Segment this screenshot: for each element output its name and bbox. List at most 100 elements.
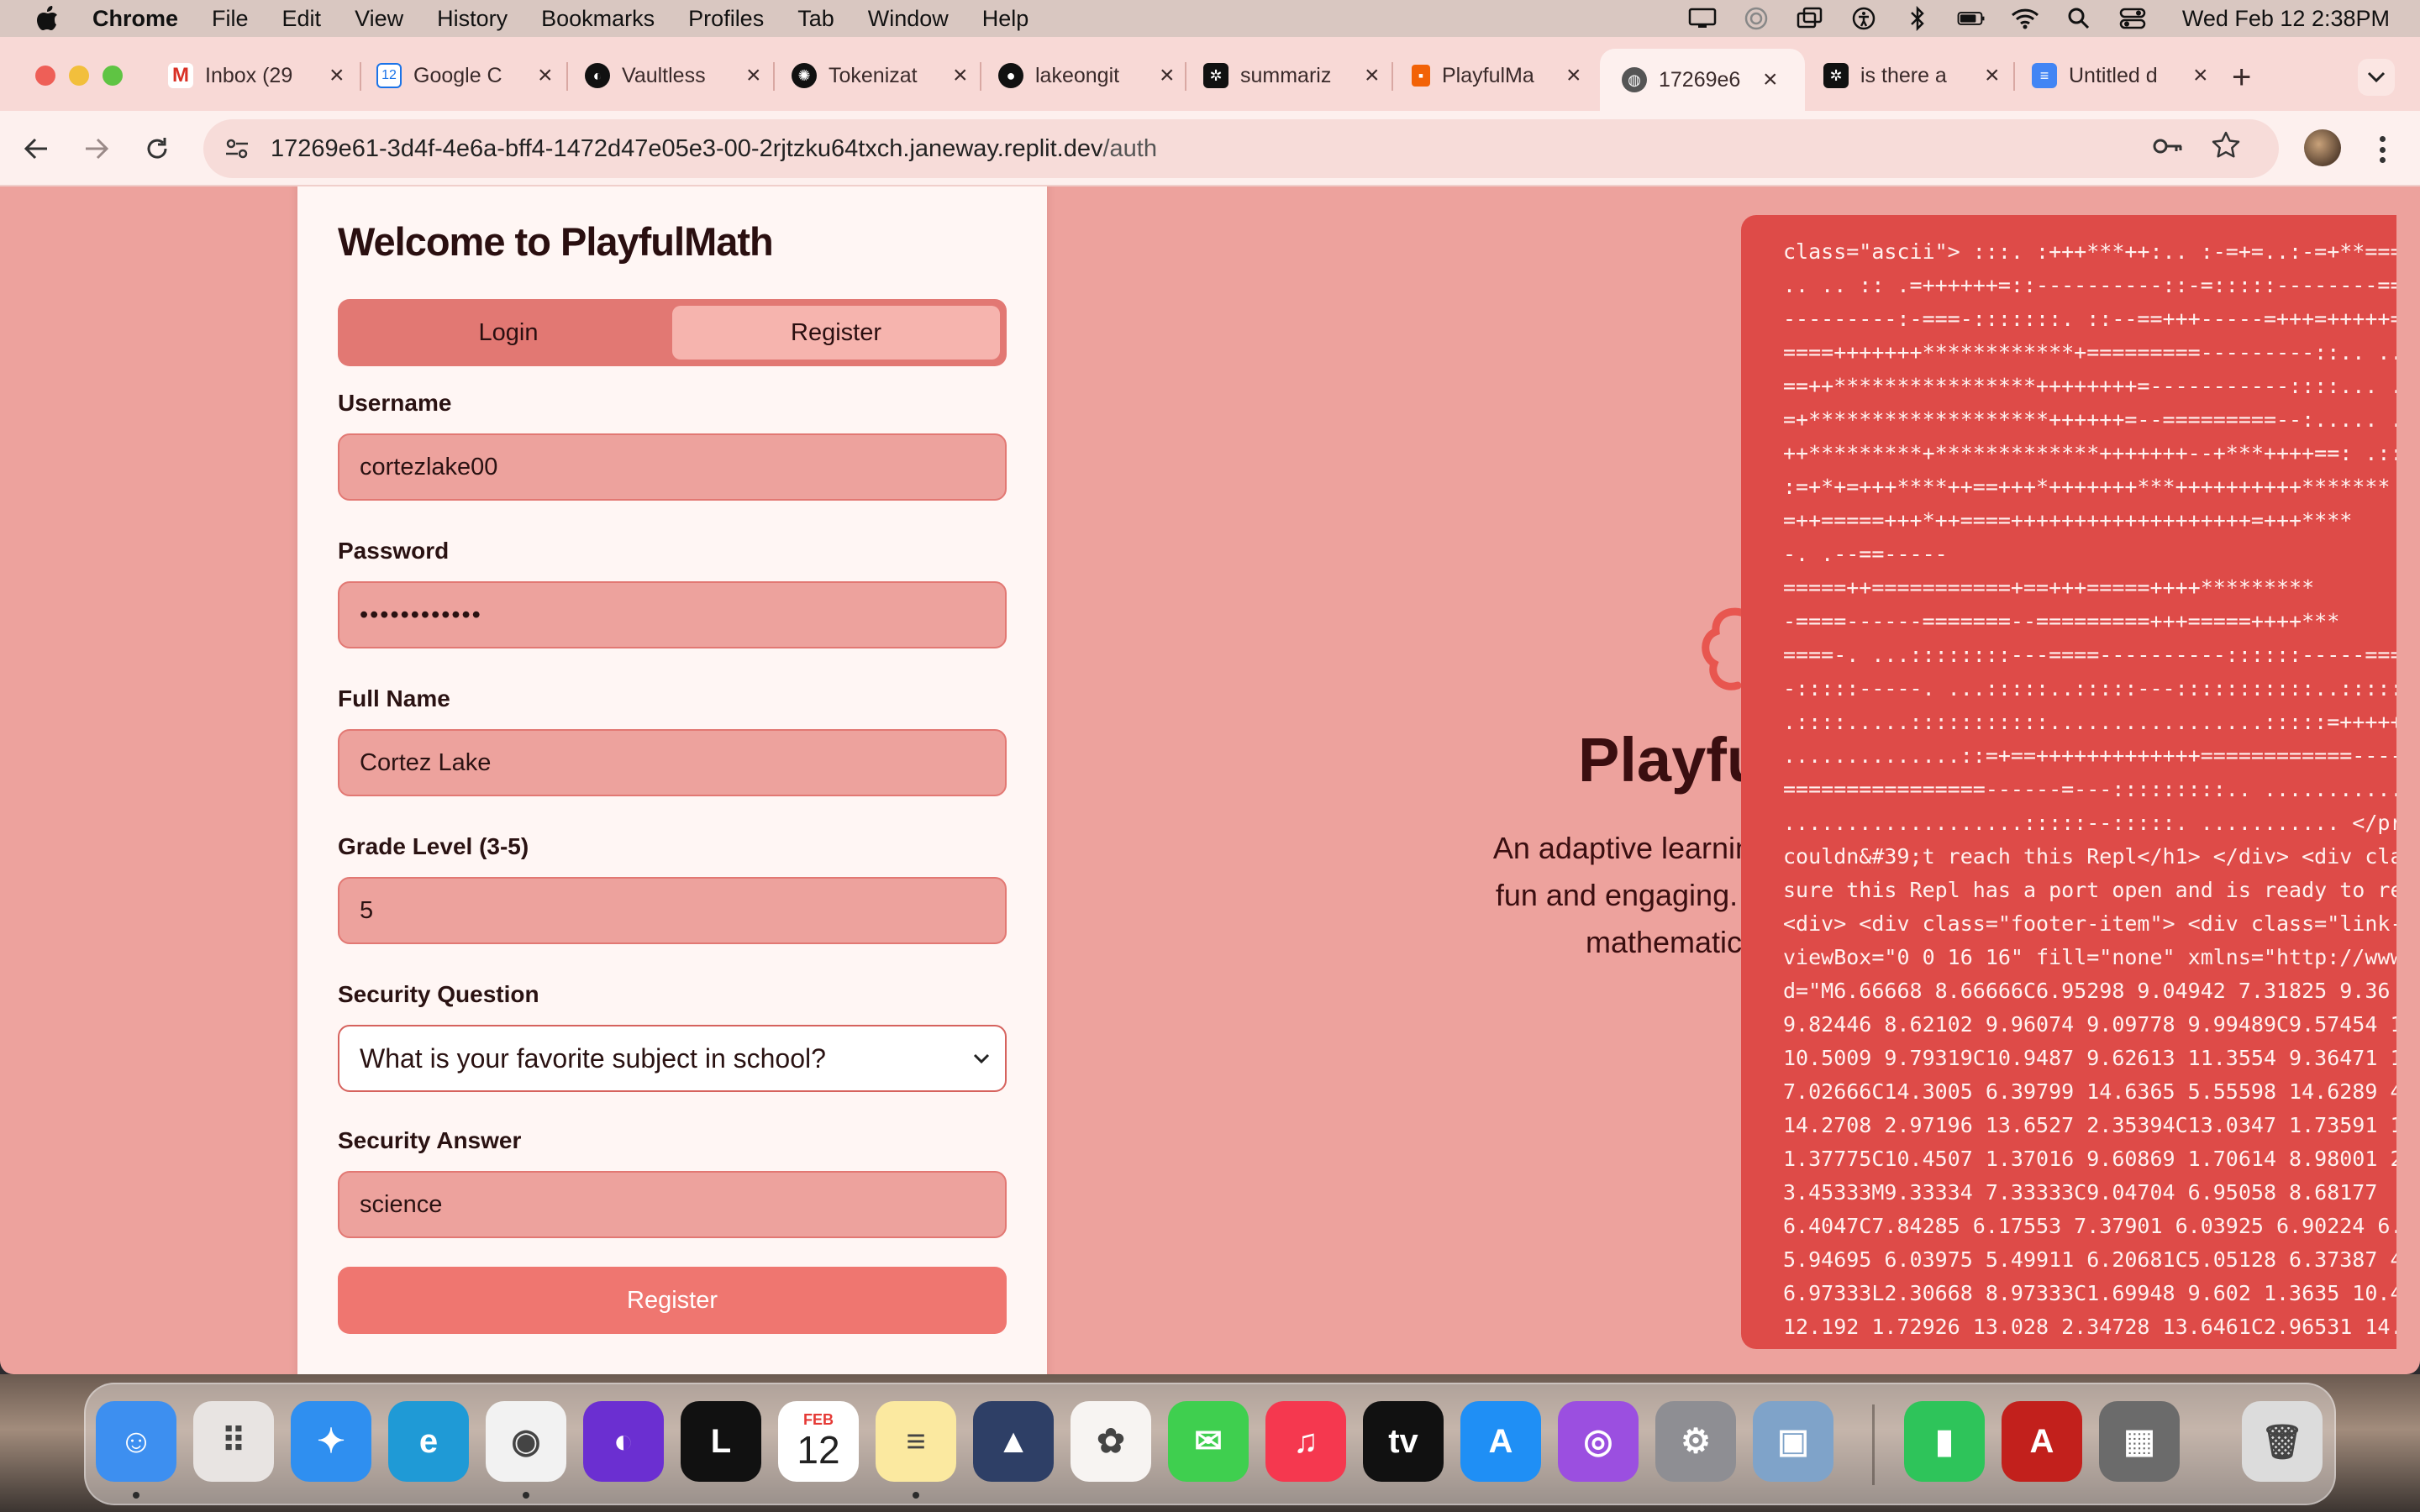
error-text-line: couldn&#39;t reach this Repl</h1> </div>… — [1783, 844, 2396, 869]
tab-separator — [360, 62, 361, 91]
tab-close-icon[interactable]: × — [1160, 61, 1175, 90]
tab-summarize[interactable]: ✲ summariz × — [1203, 52, 1380, 99]
notes-icon[interactable]: ≡ — [876, 1401, 956, 1482]
chrome-menu-button[interactable] — [2370, 133, 2395, 166]
calendar-icon[interactable]: FEB 12 — [778, 1401, 859, 1482]
register-button[interactable]: Register — [338, 1267, 1007, 1334]
screen-mirroring-icon[interactable] — [1796, 6, 1824, 31]
wifi-icon[interactable] — [2011, 6, 2039, 31]
tab-active-replit-auth[interactable]: ◍ 17269e6 × — [1600, 49, 1805, 111]
appletv-icon[interactable]: tv — [1363, 1401, 1444, 1482]
preview-icon[interactable]: ▣ — [1753, 1401, 1833, 1482]
bookmark-star-icon[interactable] — [2212, 131, 2240, 165]
tab-vaultless[interactable]: ◐ Vaultless × — [585, 52, 761, 99]
music-icon[interactable]: ♫ — [1265, 1401, 1346, 1482]
back-button[interactable] — [20, 133, 52, 165]
menu-file[interactable]: File — [212, 6, 249, 32]
airplay-icon[interactable] — [1742, 6, 1770, 31]
tab-github[interactable]: ● lakeongit × — [998, 52, 1175, 99]
messages-icon[interactable]: ✉ — [1168, 1401, 1249, 1482]
tab-google-calendar[interactable]: 12 Google C × — [376, 52, 553, 99]
error-text-line: d="M6.66668 8.66666C6.95298 9.04942 7.31… — [1783, 979, 2391, 1003]
tab-close-icon[interactable]: × — [953, 61, 968, 90]
tab-playfulmath[interactable]: ▪ PlayfulMa × — [1412, 52, 1581, 99]
error-text-line: ...................:::::--:::::. .......… — [1783, 811, 2396, 835]
password-key-icon[interactable] — [2153, 134, 2183, 162]
lasso-icon[interactable]: L — [681, 1401, 761, 1482]
numbers-icon[interactable]: ▮ — [1904, 1401, 1985, 1482]
menu-edit[interactable]: Edit — [282, 6, 322, 32]
acrobat-icon[interactable]: A — [2002, 1401, 2082, 1482]
menu-tab[interactable]: Tab — [797, 6, 834, 32]
reload-button[interactable] — [141, 133, 173, 165]
menu-view[interactable]: View — [355, 6, 403, 32]
linear-icon[interactable]: ▲ — [973, 1401, 1054, 1482]
window-zoom-button[interactable] — [103, 66, 123, 86]
edge-icon[interactable]: e — [388, 1401, 469, 1482]
finder-icon[interactable]: ☺ — [96, 1401, 176, 1482]
address-bar[interactable]: 17269e61-3d4f-4e6a-bff4-1472d47e05e3-00-… — [203, 119, 2279, 178]
menu-bookmarks[interactable]: Bookmarks — [541, 6, 655, 32]
appstore-icon[interactable]: A — [1460, 1401, 1541, 1482]
chrome-icon[interactable]: ◉ — [486, 1401, 566, 1482]
security-question-select[interactable]: What is your favorite subject in school? — [338, 1025, 1007, 1092]
menu-window[interactable]: Window — [868, 6, 949, 32]
window-minimize-button[interactable] — [69, 66, 89, 86]
grade-level-input[interactable]: 5 — [338, 877, 1007, 944]
menubar-clock[interactable]: Wed Feb 12 2:38PM — [2182, 6, 2390, 32]
spotlight-search-icon[interactable] — [2065, 6, 2093, 31]
tab-close-icon[interactable]: × — [746, 61, 761, 90]
profile-avatar[interactable] — [2304, 129, 2341, 166]
launchpad-icon[interactable]: ⠿ — [193, 1401, 274, 1482]
error-text-line: ====-. ...::::::::---====----------:::::… — [1783, 643, 2396, 667]
tab-separator — [1392, 62, 1393, 91]
error-text-line: ++*********+*************+++++++--+***++… — [1783, 441, 2396, 465]
security-answer-input[interactable]: science — [338, 1171, 1007, 1238]
tab-close-icon[interactable]: × — [1985, 61, 2000, 90]
control-center-icon[interactable] — [2118, 6, 2147, 31]
menu-help[interactable]: Help — [982, 6, 1029, 32]
macos-menubar: Chrome File Edit View History Bookmarks … — [0, 0, 2420, 37]
podcasts-icon[interactable]: ◎ — [1558, 1401, 1639, 1482]
site-info-icon[interactable] — [220, 132, 254, 165]
trash-icon[interactable]: 🗑 — [2242, 1401, 2323, 1482]
menu-profiles[interactable]: Profiles — [688, 6, 764, 32]
tab-login[interactable]: Login — [345, 306, 672, 360]
tab-gmail[interactable]: M Inbox (29 × — [168, 52, 345, 99]
tab-close-icon[interactable]: × — [1763, 66, 1778, 94]
tab-close-icon[interactable]: × — [1365, 61, 1380, 90]
url-path: /auth — [1102, 134, 1157, 162]
photos-icon[interactable]: ✿ — [1071, 1401, 1151, 1482]
tab-close-icon[interactable]: × — [2193, 61, 2208, 90]
openai-icon: ✺ — [792, 63, 817, 88]
accessibility-icon[interactable] — [1849, 6, 1878, 31]
password-input[interactable]: •••••••••••• — [338, 581, 1007, 648]
menu-app-name[interactable]: Chrome — [92, 6, 178, 32]
username-input[interactable]: cortezlake00 — [338, 433, 1007, 501]
display-icon[interactable] — [1688, 6, 1717, 31]
fullname-input[interactable]: Cortez Lake — [338, 729, 1007, 796]
tab-tokenizer[interactable]: ✺ Tokenizat × — [792, 52, 968, 99]
firefox-icon[interactable]: ◐ — [583, 1401, 664, 1482]
tab-title: PlayfulMa — [1442, 63, 1534, 87]
tab-search-button[interactable] — [2358, 59, 2395, 96]
tab-perplexity[interactable]: ✲ is there a × — [1823, 52, 2000, 99]
screenshot-icon[interactable]: ▦ — [2099, 1401, 2180, 1482]
new-tab-button[interactable]: + — [2232, 60, 2251, 94]
safari-icon[interactable]: ✦ — [291, 1401, 371, 1482]
tab-close-icon[interactable]: × — [538, 61, 553, 90]
tab-close-icon[interactable]: × — [329, 61, 345, 90]
forward-button[interactable] — [81, 133, 113, 165]
apple-logo-icon[interactable] — [35, 5, 59, 32]
username-label: Username — [338, 390, 452, 416]
bluetooth-icon[interactable] — [1903, 6, 1932, 31]
tab-close-icon[interactable]: × — [1566, 61, 1581, 90]
tab-google-docs[interactable]: ≡ Untitled d × — [2032, 52, 2208, 99]
chevron-down-icon — [2367, 71, 2386, 83]
url-host: 17269e61-3d4f-4e6a-bff4-1472d47e05e3-00-… — [271, 134, 1103, 162]
tab-register[interactable]: Register — [672, 306, 1000, 360]
window-close-button[interactable] — [35, 66, 55, 86]
menu-history[interactable]: History — [437, 6, 508, 32]
system-settings-icon[interactable]: ⚙ — [1655, 1401, 1736, 1482]
battery-icon[interactable] — [1957, 6, 1986, 31]
